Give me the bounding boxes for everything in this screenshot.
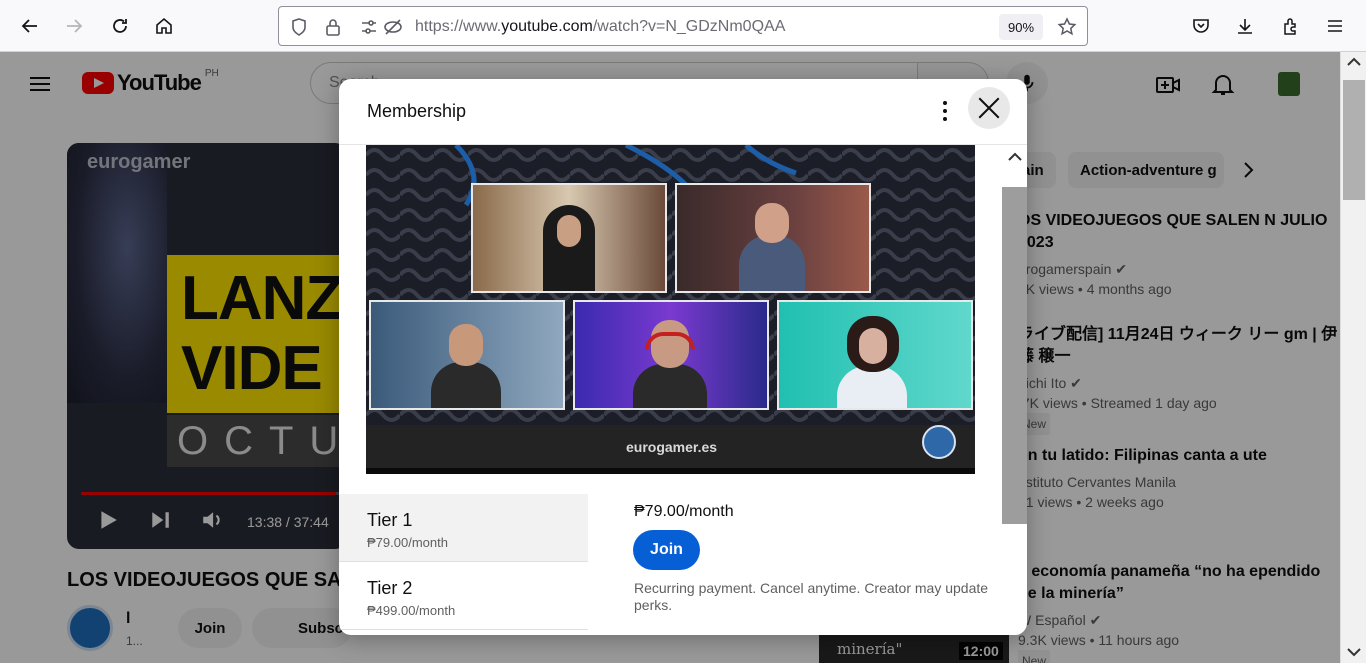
dialog-body: eurogamer.es Tier 1 ₱79.00/month Tier 2 … — [339, 145, 1027, 635]
menu-hamburger-icon[interactable] — [1319, 10, 1351, 42]
url-bar[interactable]: https://www.youtube.com/watch?v=N_GDzNm0… — [278, 6, 1088, 46]
webcam-tile — [471, 183, 667, 293]
more-options-icon[interactable] — [935, 97, 955, 125]
banner-footer: eurogamer.es — [366, 425, 975, 471]
tier-name: Tier 2 — [367, 578, 413, 598]
tier-price: ₱499.00/month — [367, 603, 456, 618]
lock-icon[interactable] — [321, 15, 345, 39]
download-icon[interactable] — [1229, 10, 1261, 42]
tier-option-1[interactable]: Tier 1 ₱79.00/month — [339, 494, 588, 562]
membership-banner-image: eurogamer.es — [366, 145, 975, 474]
join-membership-button[interactable]: Join — [633, 530, 700, 570]
selected-tier-price: ₱79.00/month — [634, 503, 734, 520]
webcam-tile — [777, 300, 973, 410]
back-arrow-icon[interactable] — [14, 10, 46, 42]
membership-dialog: Membership eurogamer.es Tier 1 ₱79.00/mo… — [339, 79, 1027, 635]
recurring-payment-note: Recurring payment. Cancel anytime. Creat… — [634, 580, 989, 613]
webcam-tile — [573, 300, 769, 410]
tier-name: Tier 1 — [367, 510, 413, 530]
dialog-title: Membership — [367, 101, 467, 121]
url-text[interactable]: https://www.youtube.com/watch?v=N_GDzNm0… — [415, 18, 785, 36]
scroll-up-icon[interactable] — [1347, 56, 1361, 70]
tier-option-2[interactable]: Tier 2 ₱499.00/month — [339, 562, 588, 630]
dialog-header: Membership — [339, 79, 1027, 145]
dialog-scrollbar-thumb[interactable] — [1002, 187, 1027, 524]
scrollbar-thumb[interactable] — [1343, 80, 1365, 200]
reload-icon[interactable] — [104, 10, 136, 42]
zoom-level-badge[interactable]: 90% — [999, 14, 1043, 40]
tier-price: ₱79.00/month — [367, 535, 448, 550]
tier-list: Tier 1 ₱79.00/month Tier 2 ₱499.00/month — [339, 494, 588, 630]
bookmark-star-icon[interactable] — [1055, 15, 1079, 39]
extensions-icon[interactable] — [1275, 10, 1307, 42]
pocket-icon[interactable] — [1185, 10, 1217, 42]
webcam-tile — [369, 300, 565, 410]
browser-toolbar: https://www.youtube.com/watch?v=N_GDzNm0… — [0, 0, 1366, 52]
webcam-tile — [675, 183, 871, 293]
shield-icon[interactable] — [287, 15, 311, 39]
tracking-blocked-icon[interactable] — [381, 15, 405, 39]
scroll-up-icon[interactable] — [1008, 149, 1022, 165]
banner-label: eurogamer.es — [626, 439, 718, 455]
forward-arrow-icon[interactable] — [58, 10, 90, 42]
page-scrollbar[interactable] — [1340, 52, 1366, 663]
close-icon[interactable] — [968, 87, 1010, 129]
home-icon[interactable] — [148, 10, 180, 42]
scroll-down-icon[interactable] — [1347, 644, 1361, 662]
dialog-scrollbar[interactable] — [1002, 145, 1027, 635]
permissions-icon[interactable] — [357, 15, 381, 39]
globe-logo-icon — [922, 425, 956, 459]
